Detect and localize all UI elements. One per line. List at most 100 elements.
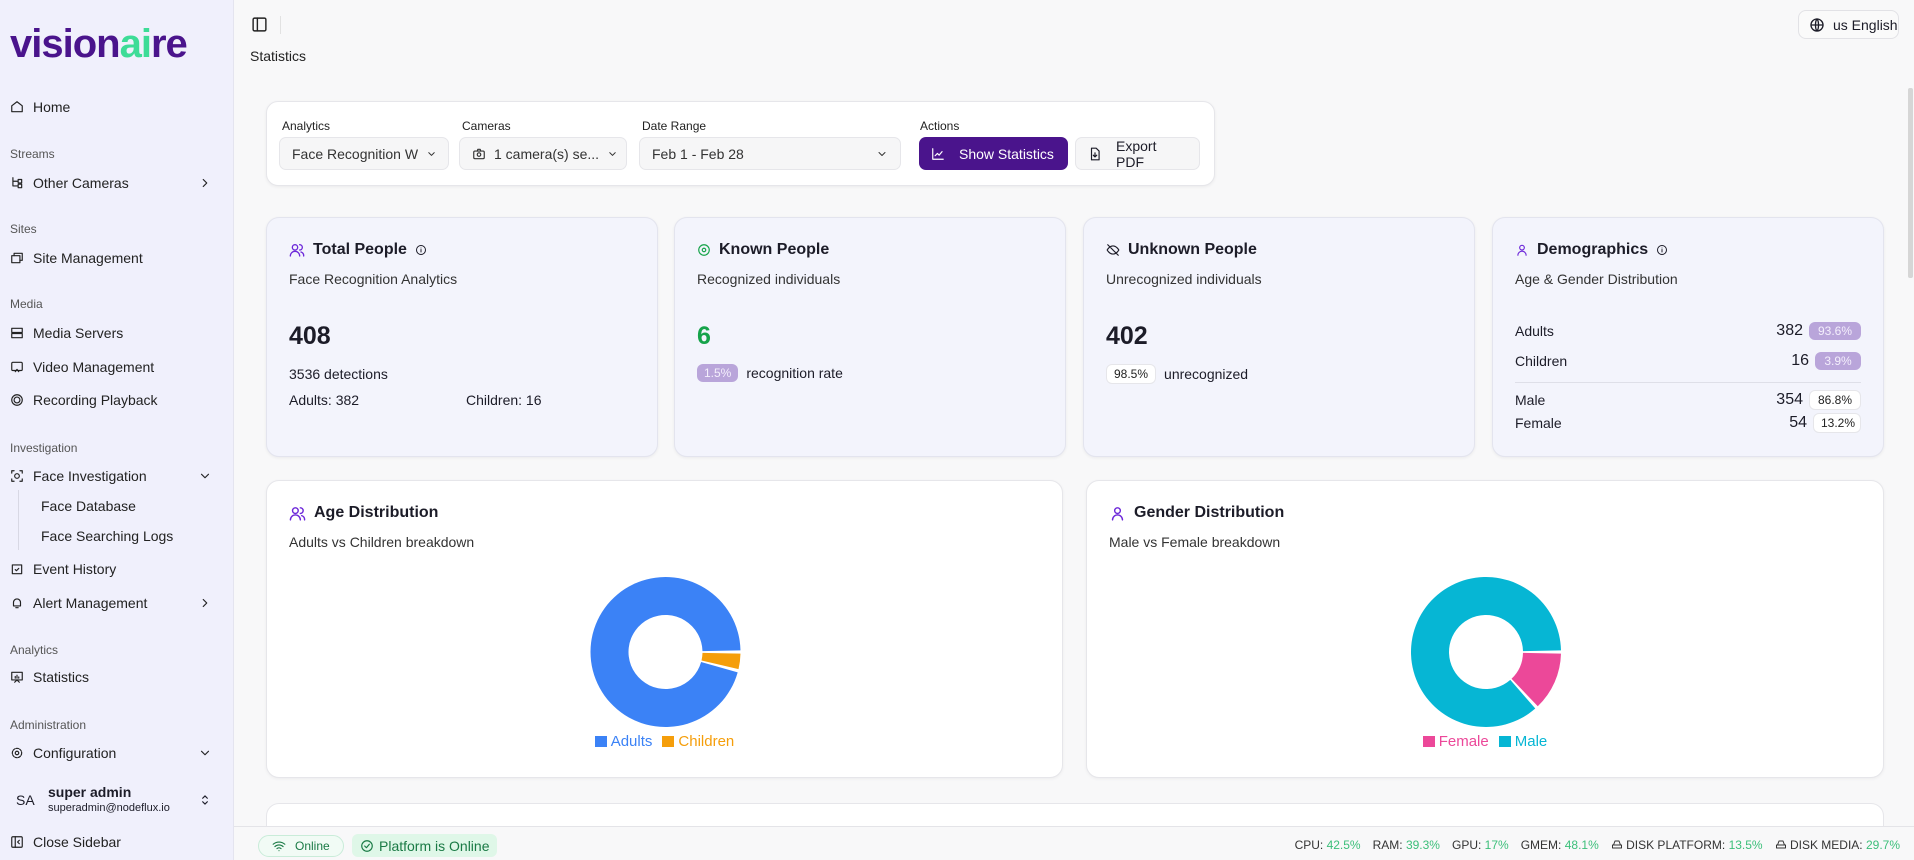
metric-gmem: GMEM: 48.1% [1520,838,1599,852]
sidebar-item-alert-management[interactable]: Alert Management [10,591,224,615]
breadcrumb: Statistics [250,48,307,64]
filter-panel: Analytics Face Recognition W Cameras 1 c… [266,101,1215,186]
slice-adults[interactable] [590,577,741,728]
language-button[interactable]: us English [1798,10,1899,39]
scrollbar[interactable] [1908,88,1913,278]
avatar: SA [16,792,35,808]
value: Face Recognition W [292,145,419,162]
cameras-label: Cameras [462,119,511,133]
gender-distribution-chart: Gender Distribution Male vs Female break… [1086,480,1884,778]
legend-swatch [594,736,607,747]
user-icon [1517,244,1527,256]
sidebar-item-statistics[interactable]: Statistics [10,665,224,689]
known-people-card: Known People Recognized individuals 6 1.… [674,217,1066,457]
total-people-value: 408 [289,322,331,350]
metric-disk-media: DISK MEDIA: 29.7% [1775,838,1900,852]
sidebar-item-other-cameras[interactable]: Other Cameras [10,171,224,195]
user-name: super admin [48,784,132,800]
sidebar-item-media-servers[interactable]: Media Servers [10,321,224,345]
sidebar-item-configuration[interactable]: Configuration [10,741,224,765]
bell-icon [12,598,22,609]
info-icon[interactable] [415,243,427,257]
close-sidebar-button[interactable]: Close Sidebar [10,830,224,854]
card-title: Known People [719,241,830,258]
label: Recording Playback [33,392,158,408]
sidebar-item-face-searching-logs[interactable]: Face Searching Logs [41,528,173,544]
monitor-icon [11,361,23,373]
label: Video Management [33,359,155,375]
sidebar-item-face-database[interactable]: Face Database [41,498,136,514]
analytics-select[interactable]: Face Recognition W [279,137,449,170]
export-pdf-button[interactable]: Export PDF [1075,137,1200,170]
status-bar: Online Platform is Online CPU: 42.5% RAM… [234,826,1914,860]
label: Platform is Online [379,837,490,854]
line-chart-icon [932,147,944,160]
legend: Female Male [1087,733,1883,750]
chevron-right-icon [202,178,208,188]
legend-item-adults[interactable]: Adults [594,733,653,750]
user-menu[interactable]: SA super admin superadmin@nodeflux.io [10,780,224,820]
card-title: Demographics [1537,241,1649,258]
sidebar-item-home[interactable]: Home [10,95,224,119]
cameras-select[interactable]: 1 camera(s) se... [459,137,627,170]
label: Close Sidebar [33,834,121,850]
eye-icon [698,244,710,256]
metric-cpu: CPU: 42.5% [1294,838,1361,852]
sidebar-item-face-investigation[interactable]: Face Investigation [10,464,224,488]
adults-count: Adults: 382 [289,392,360,408]
user-email: superadmin@nodeflux.io [48,802,170,814]
legend-label: Adults [610,733,653,750]
sidebar-item-video-management[interactable]: Video Management [10,355,224,379]
presentation-chart-icon [11,671,23,683]
value: Feb 1 - Feb 28 [652,145,744,162]
card-subtitle: Recognized individuals [697,271,841,287]
legend-swatch [1422,736,1435,747]
chevron-right-icon [202,598,208,608]
tree-icon [12,177,23,189]
info-icon[interactable] [1656,243,1668,257]
date-range-label: Date Range [642,119,707,133]
unknown-people-card: Unknown People Unrecognized individuals … [1083,217,1475,457]
sidebar-toggle-icon[interactable] [251,16,268,33]
section-media: Media [10,297,43,311]
metric-ram: RAM: 39.3% [1372,838,1440,852]
show-statistics-button[interactable]: Show Statistics [919,137,1068,170]
chevron-down-icon [609,151,616,156]
hard-drive-icon [1775,840,1786,849]
section-investigation: Investigation [10,441,78,455]
card-subtitle: Face Recognition Analytics [289,271,458,287]
home-icon [11,101,23,113]
platform-status-badge: Platform is Online [352,834,498,857]
label: Event History [33,561,117,577]
date-range-select[interactable]: Feb 1 - Feb 28 [639,137,901,170]
logo: visionaire [10,22,188,66]
label: Configuration [33,745,117,761]
server-icon [11,327,23,339]
sidebar-item-event-history[interactable]: Event History [10,557,224,581]
demographics-card: Demographics Age & Gender Distribution A… [1492,217,1884,457]
children-count: Children: 16 [466,392,542,408]
legend-item-female[interactable]: Female [1422,733,1489,750]
sidebar-item-recording-playback[interactable]: Recording Playback [10,388,224,412]
language-label: us English [1833,16,1898,33]
metric-disk-platform: DISK PLATFORM: 13.5% [1611,838,1763,852]
window-icon [11,252,23,264]
face-scan-icon [11,470,23,482]
unknown-people-value: 402 [1106,322,1148,350]
divider [18,490,19,550]
label: Statistics [33,669,90,685]
globe-icon [1810,17,1824,32]
card-title: Total People [313,241,407,258]
legend-label: Female [1438,733,1489,750]
legend-item-male[interactable]: Male [1498,733,1547,750]
recognition-rate-badge: 1.5% [697,364,739,382]
divider [280,16,281,34]
sidebar-item-site-management[interactable]: Site Management [10,246,224,270]
value: 1 camera(s) se... [494,145,600,162]
camera-icon [473,148,485,159]
label: Export PDF [1116,137,1157,170]
record-icon [11,394,23,406]
demographics-row-male: Male 354 86.8% [1515,390,1861,410]
label: Alert Management [33,595,148,611]
legend-item-children[interactable]: Children [662,733,734,750]
